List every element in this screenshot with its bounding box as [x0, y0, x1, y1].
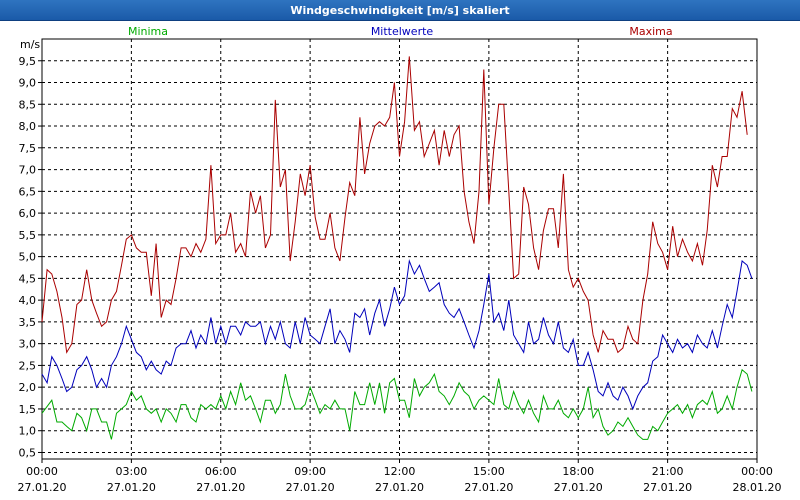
y-tick-label: 6,0: [19, 207, 37, 220]
y-tick-label: 4,5: [19, 272, 37, 285]
y-tick-label: 8,5: [19, 98, 37, 111]
y-tick-label: 1,5: [19, 403, 37, 416]
x-tick-time-label: 00:00: [741, 465, 773, 478]
x-tick-date-label: 27.01.20: [196, 481, 245, 494]
legend-entry-minima: Minima: [128, 25, 168, 38]
x-tick-date-label: 27.01.20: [375, 481, 424, 494]
y-tick-label: 9,5: [19, 55, 37, 68]
y-tick-label: 3,5: [19, 316, 37, 329]
x-tick-time-label: 00:00: [26, 465, 58, 478]
x-tick-date-label: 27.01.20: [554, 481, 603, 494]
x-axis: 00:00 27.01.20 03:00 27.01.20 06:00 27.01.20 0…: [18, 459, 782, 494]
window-title: Windgeschwindigkeit [m/s] skaliert: [0, 0, 800, 21]
y-tick-label: 5,5: [19, 229, 37, 242]
x-tick-time-label: 18:00: [562, 465, 594, 478]
x-tick-time-label: 06:00: [205, 465, 237, 478]
x-tick-time-label: 09:00: [294, 465, 326, 478]
y-tick-label: 7,0: [19, 164, 37, 177]
x-tick-date-label: 27.01.20: [18, 481, 67, 494]
y-axis: m/s 0,5 1,0 1,5 2,0 2,5 3,0 3,5 4,0 4,5 5,0 5,5 6,0 6…: [19, 38, 42, 459]
legend-entry-maxima: Maxima: [629, 25, 672, 38]
y-tick-label: 2,0: [19, 381, 37, 394]
legend: Minima Mittelwerte Maxima: [128, 25, 673, 38]
legend-entry-mittelwerte: Mittelwerte: [371, 25, 434, 38]
x-tick-date-label: 27.01.20: [107, 481, 156, 494]
y-tick-label: 4,0: [19, 294, 37, 307]
y-tick-label: 5,0: [19, 251, 37, 264]
x-tick-time-label: 21:00: [652, 465, 684, 478]
y-tick-label: 0,5: [19, 446, 37, 459]
y-tick-label: 6,5: [19, 185, 37, 198]
y-tick-label: 3,0: [19, 338, 37, 351]
x-tick-date-label: 28.01.20: [733, 481, 782, 494]
x-tick-date-label: 27.01.20: [464, 481, 513, 494]
x-tick-date-label: 27.01.20: [286, 481, 335, 494]
series-line-minima: [41, 368, 753, 440]
x-tick-time-label: 15:00: [473, 465, 505, 478]
y-tick-label: 9,0: [19, 77, 37, 90]
wind-speed-chart: m/s 0,5 1,0 1,5 2,0 2,5 3,0 3,5 4,0 4,5 5,0 5,5 6,0 6…: [18, 25, 782, 494]
y-tick-label: 2,5: [19, 359, 37, 372]
x-tick-date-label: 27.01.20: [643, 481, 692, 494]
x-tick-time-label: 12:00: [384, 465, 416, 478]
y-axis-unit-label: m/s: [20, 38, 40, 51]
series-lines: [41, 56, 753, 440]
series-line-maxima: [41, 56, 748, 354]
y-tick-label: 1,0: [19, 425, 37, 438]
y-tick-label: 7,5: [19, 142, 37, 155]
chart-window: Windgeschwindigkeit [m/s] skaliert m/s 0,…: [0, 0, 800, 500]
x-tick-time-label: 03:00: [116, 465, 148, 478]
y-tick-label: 8,0: [19, 120, 37, 133]
